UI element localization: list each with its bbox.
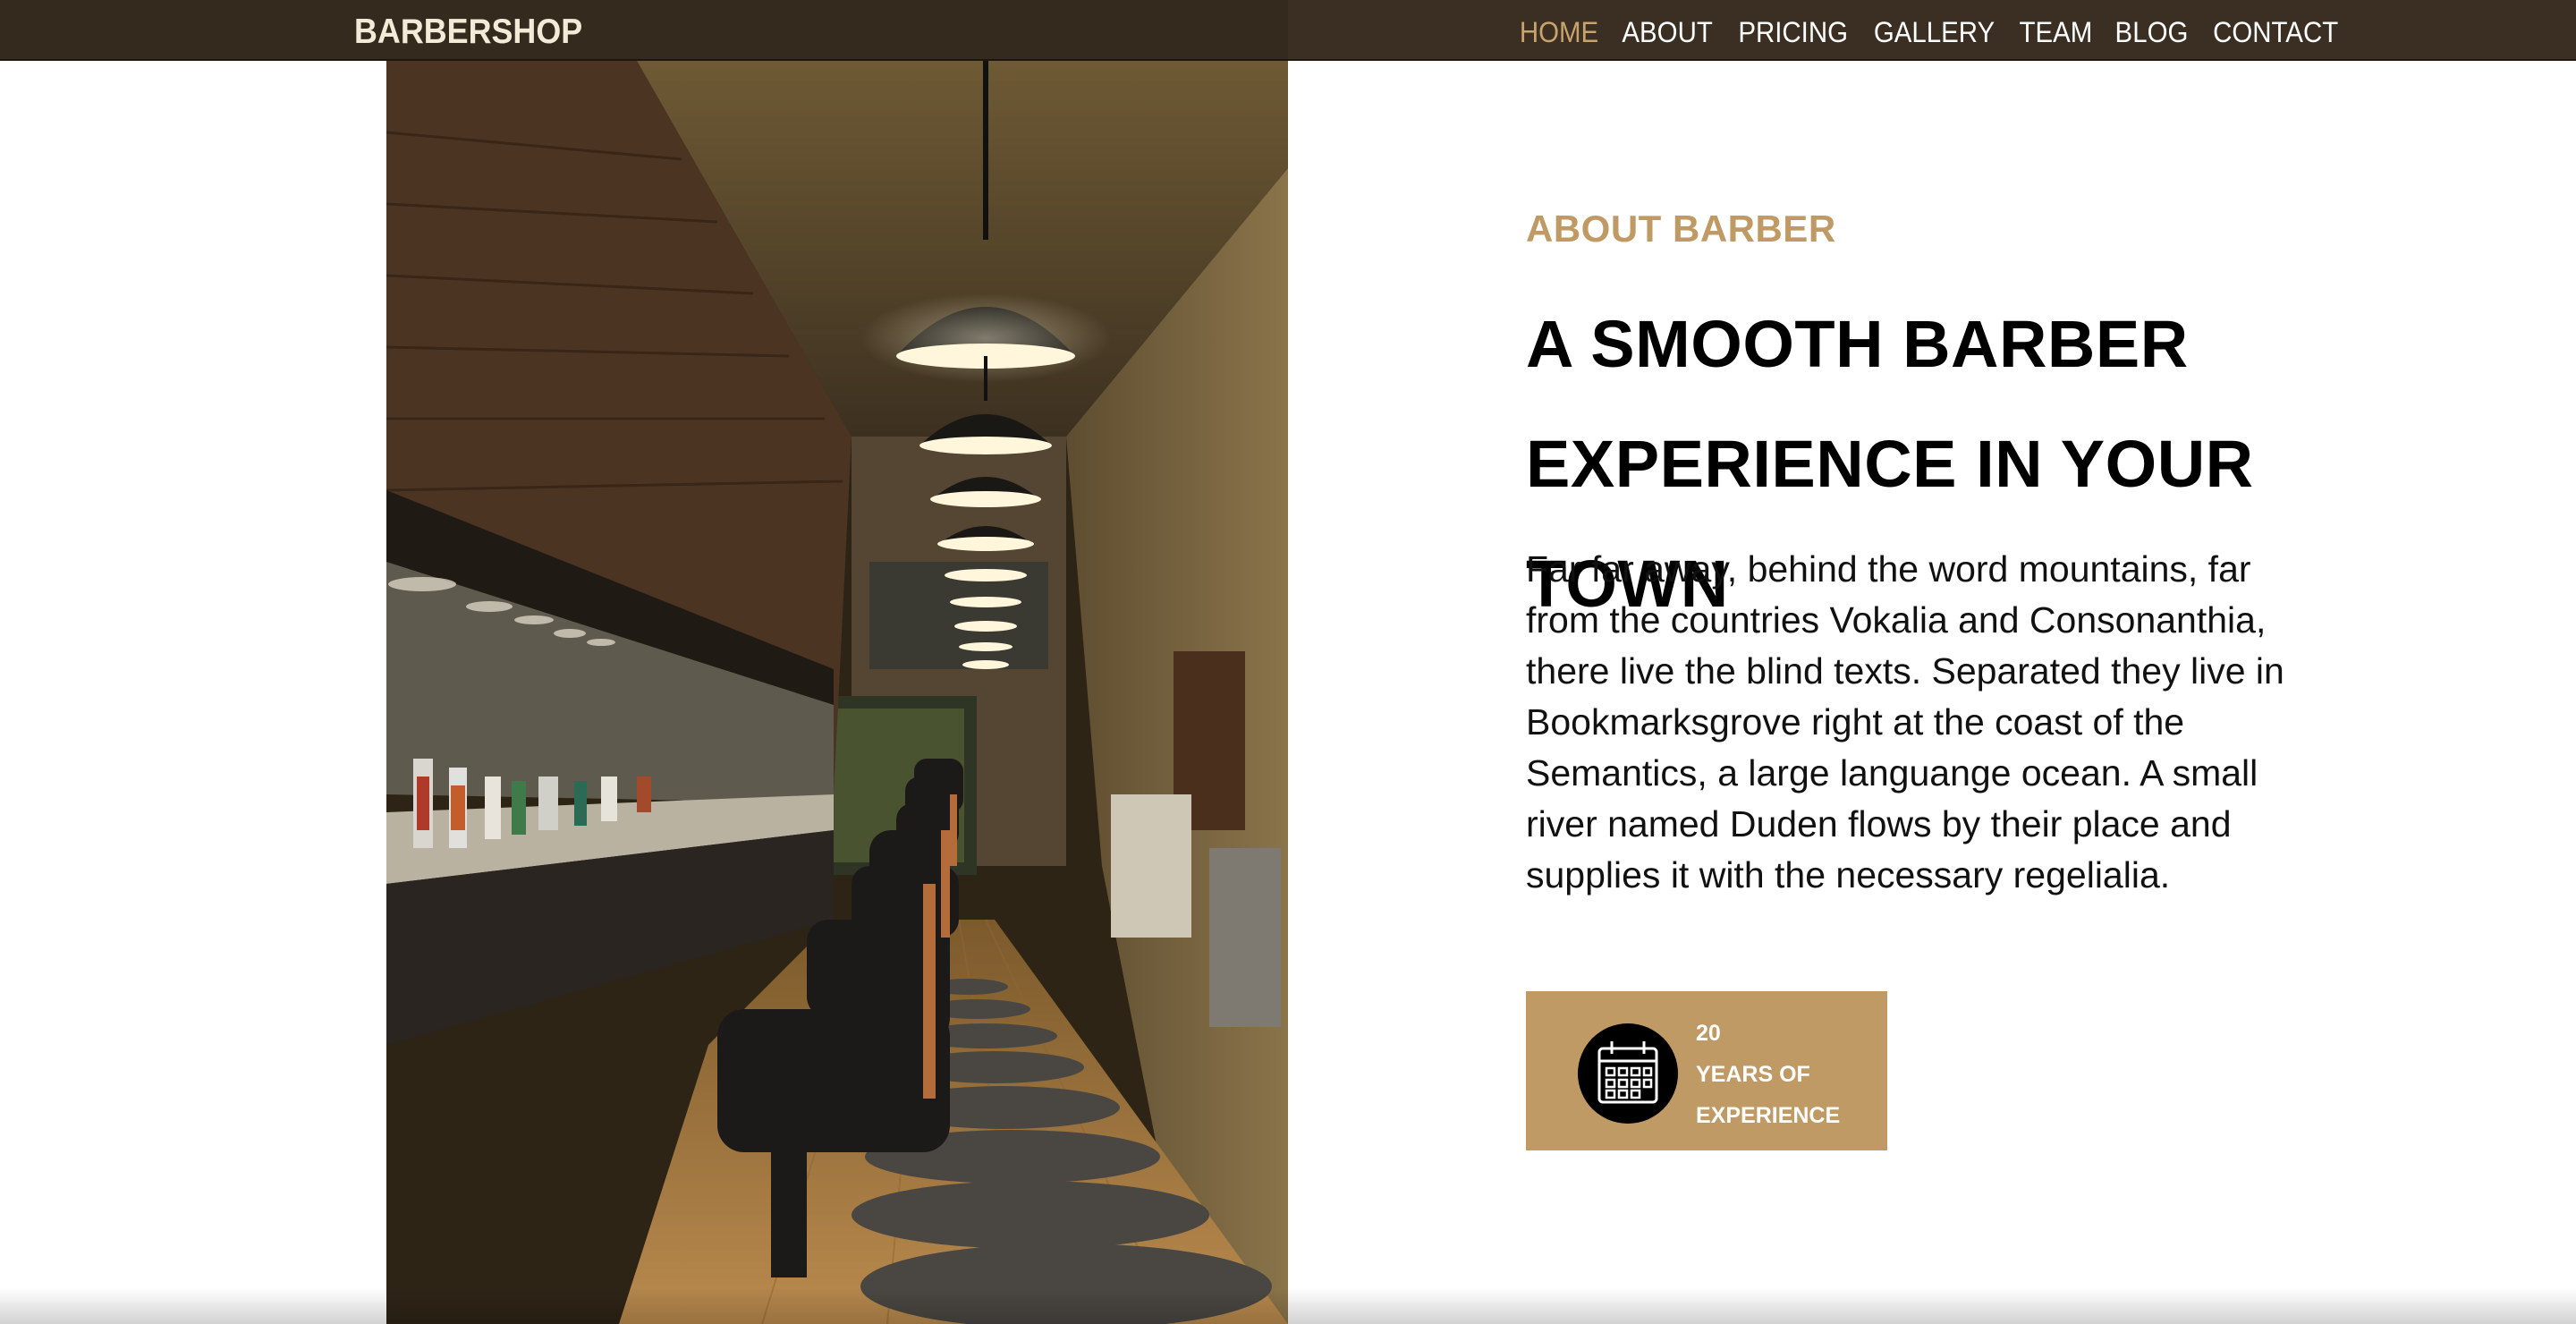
nav-item-contact[interactable]: CONTACT [2213,16,2338,49]
top-navbar: BARBERSHOP HOME ABOUT PRICING GALLERY TE… [0,0,2576,61]
experience-number: 20 [1696,1021,1721,1046]
experience-text: 20 YEARS OF EXPERIENCE [1696,1013,1840,1136]
brand-logo[interactable]: BARBERSHOP [354,13,582,52]
nav-item-pricing[interactable]: PRICING [1738,16,1848,49]
experience-line-1: YEARS OF [1696,1062,1810,1087]
nav-item-home[interactable]: HOME [1520,16,1598,49]
nav-item-gallery[interactable]: GALLERY [1874,16,1995,49]
nav-menu: HOME ABOUT PRICING GALLERY TEAM BLOG CON… [1500,16,2343,49]
section-subtitle: ABOUT BARBER [1526,208,1836,250]
barbershop-interior-photo [386,61,1288,1324]
experience-line-2: EXPERIENCE [1696,1103,1841,1128]
nav-item-about[interactable]: ABOUT [1623,16,1713,49]
about-paragraph: Far far away, behind the word mountains,… [1526,548,2284,895]
calendar-icon [1578,1023,1678,1124]
experience-badge: 20 YEARS OF EXPERIENCE [1526,991,1887,1150]
nav-item-blog[interactable]: BLOG [2114,16,2188,49]
nav-item-team[interactable]: TEAM [2019,16,2092,49]
navbar-shade [0,0,1288,59]
heading-line-1: A SMOOTH BARBER [1526,307,2189,381]
